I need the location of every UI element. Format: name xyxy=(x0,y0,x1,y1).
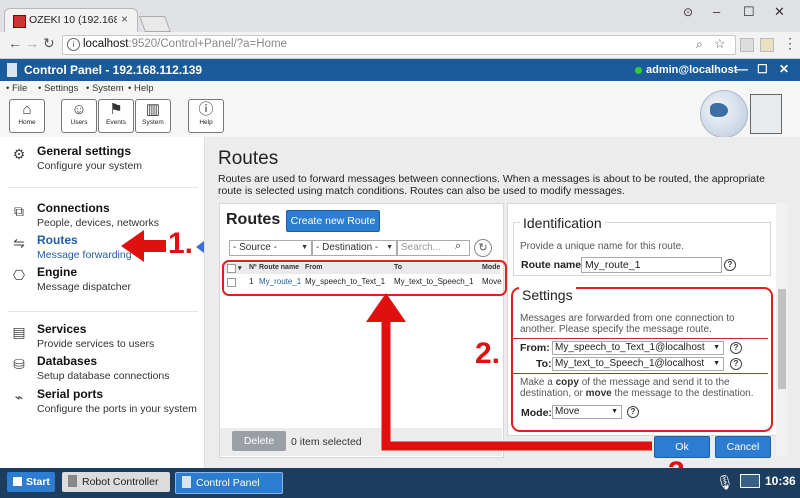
control-panel-icon xyxy=(182,476,191,488)
start-icon xyxy=(13,477,22,486)
blue-pointer-marker xyxy=(196,241,204,253)
start-button[interactable]: Start xyxy=(7,472,55,492)
step1-arrow xyxy=(121,230,166,262)
annotation-overlay xyxy=(121,230,652,451)
keyboard-icon[interactable] xyxy=(740,474,760,488)
robot-label: Robot Controller xyxy=(82,476,159,488)
taskbar-control-panel[interactable]: Control Panel xyxy=(175,472,283,494)
taskbar-robot-controller[interactable]: Robot Controller xyxy=(62,472,170,492)
robot-icon xyxy=(68,475,77,487)
step-1-label: 1. xyxy=(168,227,194,260)
step-2-label: 2. xyxy=(475,337,501,370)
panel-label: Control Panel xyxy=(196,477,260,489)
taskbar-clock: 10:36 xyxy=(765,474,796,488)
step3-arrowhead xyxy=(366,293,406,322)
start-label: Start xyxy=(26,476,50,488)
step3-path-arrow xyxy=(381,320,652,451)
microphone-icon[interactable]: 🎙 xyxy=(716,474,734,491)
